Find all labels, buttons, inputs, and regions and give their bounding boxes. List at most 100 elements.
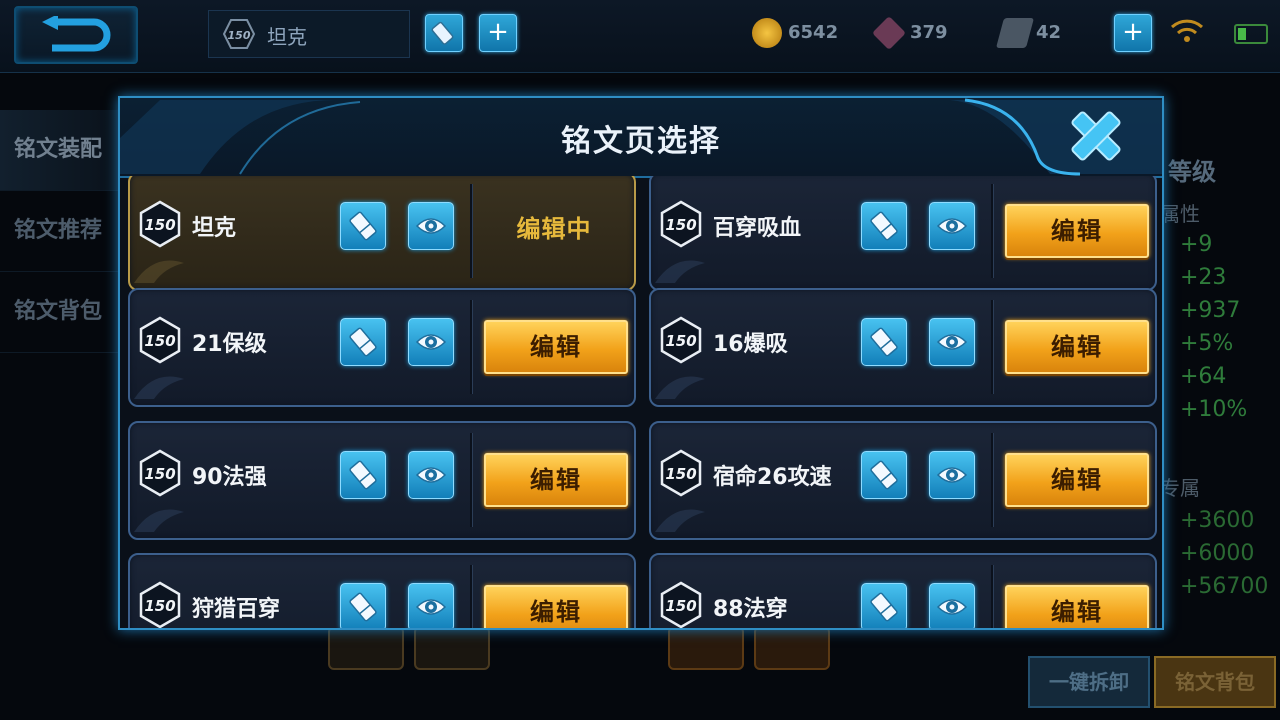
rune-page-card[interactable]: 150 88法穿 编辑 xyxy=(649,553,1157,628)
svg-text:150: 150 xyxy=(665,216,696,234)
rune-page-card[interactable]: 150 坦克 编辑中 xyxy=(128,176,636,291)
preview-button[interactable] xyxy=(929,202,975,250)
rune-bag-button[interactable]: 铭文背包 xyxy=(1154,656,1276,708)
exclusive-stat: +6000 xyxy=(1180,541,1255,566)
sidebar-item-rune-bag[interactable]: 铭文背包 xyxy=(0,272,120,353)
rune-slot[interactable] xyxy=(414,626,490,670)
rune-page-card[interactable]: 150 百穿吸血 编辑 xyxy=(649,176,1157,291)
preview-button[interactable] xyxy=(408,583,454,628)
plus-icon: + xyxy=(487,17,509,47)
eraser-icon xyxy=(870,460,898,490)
preview-button[interactable] xyxy=(929,451,975,499)
rune-page-card[interactable]: 150 21保级 编辑 xyxy=(128,288,636,407)
edit-button[interactable]: 编辑 xyxy=(1005,453,1149,507)
level-badge-icon: 150 xyxy=(660,316,702,364)
divider xyxy=(991,433,994,527)
preview-button[interactable] xyxy=(408,451,454,499)
rename-button[interactable] xyxy=(340,451,386,499)
svg-text:150: 150 xyxy=(665,597,696,615)
preview-button[interactable] xyxy=(929,318,975,366)
recharge-button[interactable]: + xyxy=(1114,14,1152,52)
eye-icon xyxy=(415,467,447,483)
edit-button[interactable]: 编辑 xyxy=(484,453,628,507)
rune-page-card[interactable]: 150 宿命26攻速 编辑 xyxy=(649,421,1157,540)
card-decoration xyxy=(134,509,184,532)
svg-text:150: 150 xyxy=(144,465,175,483)
back-button[interactable] xyxy=(14,6,138,64)
level-badge-icon: 150 xyxy=(223,19,255,49)
battery-icon xyxy=(1234,24,1268,44)
ticket-counter: 42 xyxy=(995,18,1061,48)
preview-button[interactable] xyxy=(408,318,454,366)
sidebar-item-rune-recommend[interactable]: 铭文推荐 xyxy=(0,191,120,272)
divider xyxy=(470,565,473,628)
preview-button[interactable] xyxy=(408,202,454,250)
rename-button[interactable] xyxy=(340,202,386,250)
svg-text:150: 150 xyxy=(665,465,696,483)
wifi-icon xyxy=(1170,18,1204,50)
gold-counter: 6542 xyxy=(752,18,838,48)
eye-icon xyxy=(936,467,968,483)
rename-button[interactable] xyxy=(861,451,907,499)
eye-icon xyxy=(936,218,968,234)
rune-slot[interactable] xyxy=(668,626,744,670)
level-badge-icon: 150 xyxy=(139,449,181,497)
rune-page-list[interactable]: 150 坦克 编辑中 150 百穿吸血 编辑 150 21保级 编辑 150 1… xyxy=(120,176,1162,628)
level-badge-icon: 150 xyxy=(139,316,181,364)
rename-button[interactable] xyxy=(861,318,907,366)
rune-page-card[interactable]: 150 16爆吸 编辑 xyxy=(649,288,1157,407)
card-decoration xyxy=(134,376,184,399)
edit-name-button[interactable] xyxy=(425,14,463,52)
close-icon[interactable] xyxy=(1064,106,1128,166)
edit-button[interactable]: 编辑 xyxy=(484,320,628,374)
gold-coin-icon xyxy=(752,18,782,48)
edit-button[interactable]: 编辑 xyxy=(484,585,628,628)
attr-label: 属性 xyxy=(1160,202,1200,226)
edit-button[interactable]: 编辑 xyxy=(1005,585,1149,628)
rune-slot[interactable] xyxy=(328,626,404,670)
svg-text:150: 150 xyxy=(144,216,175,234)
divider xyxy=(991,184,994,278)
eraser-icon xyxy=(870,211,898,241)
exclusive-stat: +3600 xyxy=(1180,508,1255,533)
add-page-button[interactable]: + xyxy=(479,14,517,52)
level-title: 等级 xyxy=(1168,158,1216,186)
rune-page-name: 狩猎百穿 xyxy=(192,597,281,622)
rename-button[interactable] xyxy=(861,202,907,250)
unequip-all-button[interactable]: 一键拆卸 xyxy=(1028,656,1150,708)
card-decoration xyxy=(134,260,184,283)
diamond-counter: 379 xyxy=(872,16,948,50)
sidebar-item-rune-equip[interactable]: 铭文装配 xyxy=(0,110,120,191)
rename-button[interactable] xyxy=(340,583,386,628)
eye-icon xyxy=(415,218,447,234)
rename-button[interactable] xyxy=(340,318,386,366)
rune-slot-group xyxy=(668,626,840,674)
ticket-icon xyxy=(995,18,1035,48)
rename-button[interactable] xyxy=(861,583,907,628)
edit-button[interactable]: 编辑 xyxy=(1005,320,1149,374)
preview-button[interactable] xyxy=(929,583,975,628)
level-badge-icon: 150 xyxy=(139,200,181,248)
rune-page-card[interactable]: 150 狩猎百穿 编辑 xyxy=(128,553,636,628)
rune-page-card[interactable]: 150 90法强 编辑 xyxy=(128,421,636,540)
hero-name: 坦克 xyxy=(267,25,307,49)
level-badge-icon: 150 xyxy=(660,449,702,497)
rune-slot[interactable] xyxy=(754,626,830,670)
stat-value: +9 xyxy=(1180,232,1213,257)
svg-text:150: 150 xyxy=(665,332,696,350)
edit-button[interactable]: 编辑 xyxy=(1005,204,1149,258)
rune-page-name: 16爆吸 xyxy=(713,332,788,357)
eraser-icon xyxy=(349,327,377,357)
dialog-title: 铭文页选择 xyxy=(561,124,721,159)
card-decoration xyxy=(655,260,705,283)
level-badge-icon: 150 xyxy=(139,581,181,628)
eraser-icon xyxy=(431,21,454,45)
card-decoration xyxy=(655,376,705,399)
divider xyxy=(991,565,994,628)
eye-icon xyxy=(415,334,447,350)
rune-page-name: 百穿吸血 xyxy=(713,216,802,241)
rune-page-name: 88法穿 xyxy=(713,597,788,622)
hero-chip[interactable]: 150 坦克 xyxy=(208,10,410,58)
eraser-icon xyxy=(349,592,377,622)
editing-status: 编辑中 xyxy=(516,215,592,243)
